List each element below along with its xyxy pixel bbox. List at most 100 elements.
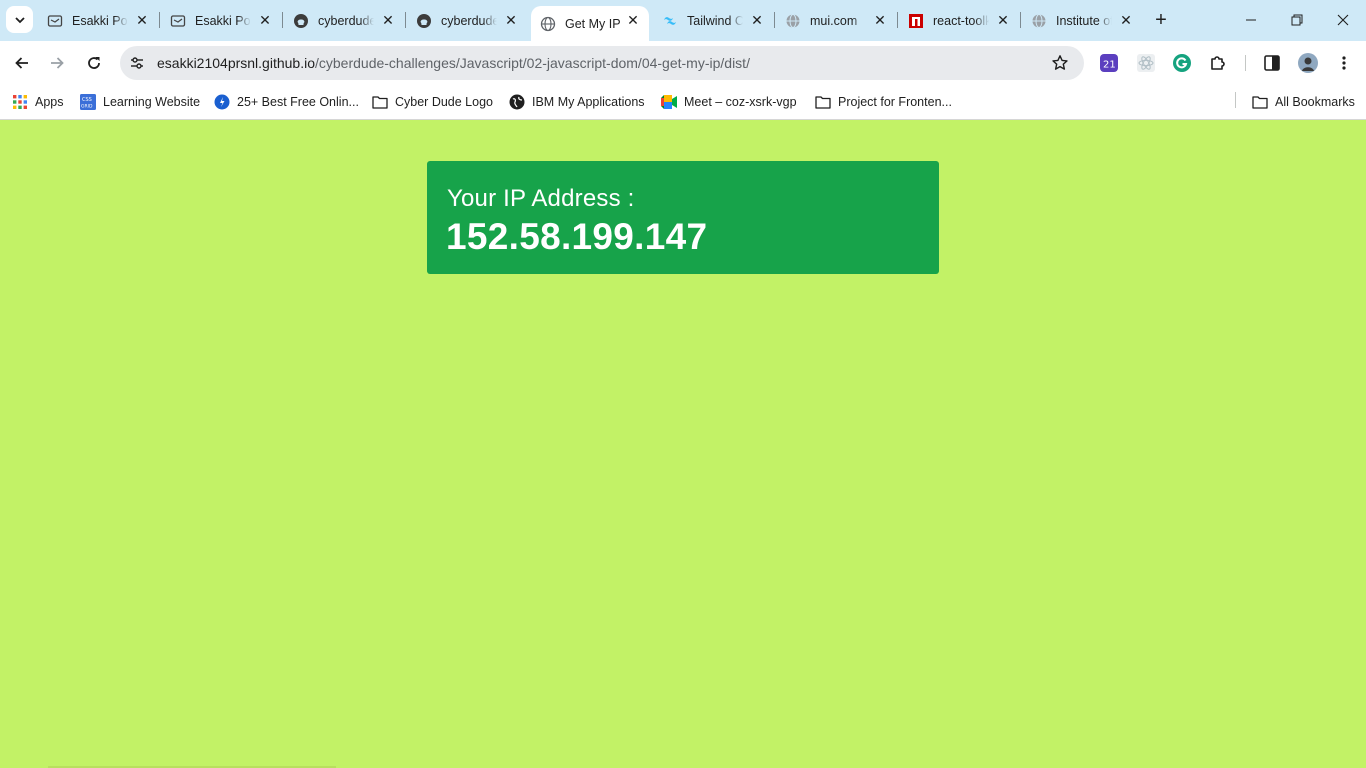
tab-title: Esakki Portfolio <box>72 13 128 28</box>
forward-button[interactable] <box>43 49 71 77</box>
bookmarks-bar: Apps CSS GRID Learning Website 25+ Best F… <box>0 85 1366 120</box>
bookmark-ibm-applications[interactable]: IBM My Applications <box>509 91 645 113</box>
tab-npm[interactable]: react-toolkit ✕ <box>899 6 1019 35</box>
extension-21-icon[interactable]: 21 <box>1099 53 1119 73</box>
toolbar-separator <box>1245 55 1246 71</box>
restore-button[interactable] <box>1274 0 1320 40</box>
site-icon <box>214 94 230 110</box>
new-tab-button[interactable]: + <box>1150 9 1172 31</box>
npm-icon <box>907 12 925 30</box>
bookmark-label: 25+ Best Free Onlin... <box>237 95 359 109</box>
more-menu-icon[interactable] <box>1334 53 1354 73</box>
site-settings-icon[interactable] <box>128 54 146 72</box>
all-bookmarks-button[interactable]: All Bookmarks <box>1252 91 1355 113</box>
close-icon <box>1337 14 1349 26</box>
portfolio-icon <box>169 12 187 30</box>
svg-text:21: 21 <box>1103 60 1116 71</box>
close-icon[interactable]: ✕ <box>995 12 1011 28</box>
tab-github-2[interactable]: cyberdude-challenges ✕ <box>407 6 527 35</box>
bookmarks-separator <box>1235 92 1236 108</box>
folder-icon <box>1252 94 1268 110</box>
tab-separator <box>897 12 898 28</box>
close-window-button[interactable] <box>1320 0 1366 40</box>
folder-icon <box>372 94 388 110</box>
tab-github-1[interactable]: cyberdude-challenges ✕ <box>284 6 404 35</box>
address-bar[interactable]: esakki2104prsnl.github.io/cyberdude-chal… <box>120 46 1084 80</box>
portfolio-icon <box>46 12 64 30</box>
tab-title: Tailwind CSS <box>687 13 743 28</box>
back-button[interactable] <box>8 49 36 77</box>
ip-address-value: 152.58.199.147 <box>446 216 708 257</box>
css-grid-icon: CSS GRID <box>80 94 96 110</box>
chevron-down-icon <box>14 16 25 23</box>
globe-icon <box>784 12 802 30</box>
reload-icon <box>88 57 100 69</box>
github-icon <box>415 12 433 30</box>
arrow-right-icon <box>51 57 64 69</box>
close-icon[interactable]: ✕ <box>380 12 396 28</box>
close-icon[interactable]: ✕ <box>503 12 519 28</box>
bookmark-label: IBM My Applications <box>532 95 645 109</box>
grammarly-icon[interactable] <box>1172 53 1192 73</box>
bookmark-label: Apps <box>35 95 64 109</box>
url-domain: esakki2104prsnl.github.io <box>157 55 315 71</box>
url-path: /cyberdude-challenges/Javascript/02-java… <box>315 55 750 71</box>
tab-separator <box>1020 12 1021 28</box>
tab-title: mui.com <box>810 13 858 28</box>
reload-button[interactable] <box>80 49 108 77</box>
avatar[interactable] <box>1298 53 1318 73</box>
tab-portfolio-2[interactable]: Esakki Portfolio ✕ <box>161 6 281 35</box>
tab-title: Get My IP <box>565 16 621 31</box>
tab-mui[interactable]: mui.com ✕ <box>776 6 896 35</box>
svg-text:CSS: CSS <box>82 97 92 103</box>
close-icon[interactable]: ✕ <box>257 12 273 28</box>
close-icon[interactable]: ✕ <box>872 12 888 28</box>
close-icon[interactable]: ✕ <box>1118 12 1134 28</box>
tab-portfolio-1[interactable]: Esakki Portfolio ✕ <box>38 6 158 35</box>
globe-icon <box>509 94 525 110</box>
restore-icon <box>1291 14 1303 26</box>
close-icon[interactable]: ✕ <box>749 12 765 28</box>
extension-react-icon[interactable] <box>1136 53 1156 73</box>
bookmark-best-free-online[interactable]: 25+ Best Free Onlin... <box>214 91 359 113</box>
extensions-puzzle-icon[interactable] <box>1208 53 1228 73</box>
bookmark-label: Meet – coz-xsrk-vgp <box>684 95 797 109</box>
arrow-left-icon <box>15 57 28 69</box>
bookmark-learning-website[interactable]: CSS GRID Learning Website <box>80 91 200 113</box>
tab-title: Esakki Portfolio <box>195 13 251 28</box>
bookmark-project-frontend[interactable]: Project for Fronten... <box>815 91 952 113</box>
apps-grid-icon <box>12 94 28 110</box>
browser-toolbar: esakki2104prsnl.github.io/cyberdude-chal… <box>0 41 1366 85</box>
globe-icon <box>1030 12 1048 30</box>
side-panel-icon[interactable] <box>1262 53 1282 73</box>
folder-icon <box>815 94 831 110</box>
bookmark-meet[interactable]: Meet – coz-xsrk-vgp <box>661 91 797 113</box>
tab-title: Institute of <box>1056 13 1112 28</box>
meet-icon <box>661 94 677 110</box>
all-bookmarks-label: All Bookmarks <box>1275 95 1355 109</box>
bookmark-label: Learning Website <box>103 95 201 109</box>
url-text[interactable]: esakki2104prsnl.github.io/cyberdude-chal… <box>157 55 750 71</box>
bookmark-apps[interactable]: Apps <box>12 91 64 113</box>
tab-institute[interactable]: Institute of ✕ <box>1022 6 1142 35</box>
tab-title: react-toolkit <box>933 13 989 28</box>
bookmark-star-icon[interactable] <box>1050 53 1070 73</box>
minimize-icon <box>1246 19 1256 21</box>
tab-strip: Esakki Portfolio ✕ Esakki Portfolio ✕ cy… <box>0 0 1366 41</box>
tab-separator <box>282 12 283 28</box>
tab-search-button[interactable] <box>6 6 33 33</box>
tab-separator <box>774 12 775 28</box>
bookmark-label: Cyber Dude Logo <box>395 95 493 109</box>
close-icon[interactable]: ✕ <box>134 12 150 28</box>
globe-icon <box>539 15 557 33</box>
ip-label: Your IP Address : <box>447 185 635 212</box>
page-viewport: Your IP Address : 152.58.199.147 <box>0 120 1366 768</box>
tab-tailwind[interactable]: Tailwind CSS ✕ <box>653 6 773 35</box>
tailwind-icon <box>661 12 679 30</box>
tab-get-my-ip[interactable]: Get My IP ✕ <box>531 6 649 41</box>
bookmark-cyber-dude-logo[interactable]: Cyber Dude Logo <box>372 91 493 113</box>
svg-text:GRID: GRID <box>81 104 93 110</box>
ip-card: Your IP Address : 152.58.199.147 <box>427 161 939 274</box>
minimize-button[interactable] <box>1228 0 1274 40</box>
close-icon[interactable]: ✕ <box>625 12 641 28</box>
